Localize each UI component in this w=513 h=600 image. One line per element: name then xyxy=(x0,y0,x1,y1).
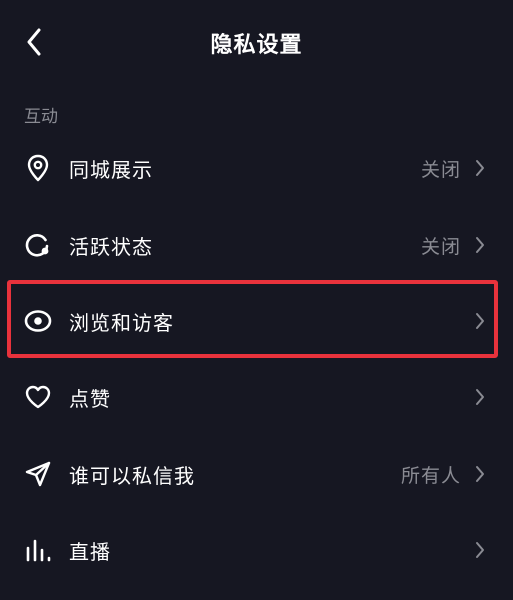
setting-row-live[interactable]: 直播 xyxy=(0,517,513,583)
chevron-right-icon xyxy=(473,464,487,484)
setting-value: 关闭 xyxy=(420,158,461,181)
chevron-right-icon xyxy=(473,235,487,255)
setting-label: 活跃状态 xyxy=(69,234,153,259)
setting-label: 直播 xyxy=(69,539,111,564)
setting-value: 关闭 xyxy=(420,235,461,258)
page-title: 隐私设置 xyxy=(210,33,303,58)
setting-value: 所有人 xyxy=(400,464,461,487)
section-label-interaction: 互动 xyxy=(24,107,58,127)
live-bars-icon xyxy=(24,536,52,564)
setting-row-browsing-visitors[interactable]: 浏览和访客 xyxy=(0,288,513,354)
chevron-right-icon xyxy=(473,311,487,331)
chevron-right-icon xyxy=(473,387,487,407)
setting-row-likes[interactable]: 点赞 xyxy=(0,364,513,430)
setting-row-who-can-message[interactable]: 谁可以私信我 所有人 xyxy=(0,441,513,507)
setting-label: 浏览和访客 xyxy=(69,310,174,335)
header-bar: 隐私设置 xyxy=(0,0,513,84)
location-pin-icon xyxy=(24,154,52,182)
setting-label: 同城展示 xyxy=(69,157,153,182)
privacy-settings-screen: 隐私设置 互动 同城展示 关闭 活跃状态 关闭 浏览和访客 点赞 谁可以私信我 … xyxy=(0,0,513,600)
send-message-icon xyxy=(24,460,52,488)
setting-row-nearby-display[interactable]: 同城展示 关闭 xyxy=(0,135,513,201)
active-status-icon xyxy=(24,231,52,259)
eye-icon xyxy=(24,307,52,335)
setting-label: 谁可以私信我 xyxy=(69,463,195,488)
chevron-right-icon xyxy=(473,158,487,178)
heart-icon xyxy=(24,383,52,411)
setting-row-active-status[interactable]: 活跃状态 关闭 xyxy=(0,212,513,278)
chevron-right-icon xyxy=(473,540,487,560)
setting-label: 点赞 xyxy=(69,386,111,411)
